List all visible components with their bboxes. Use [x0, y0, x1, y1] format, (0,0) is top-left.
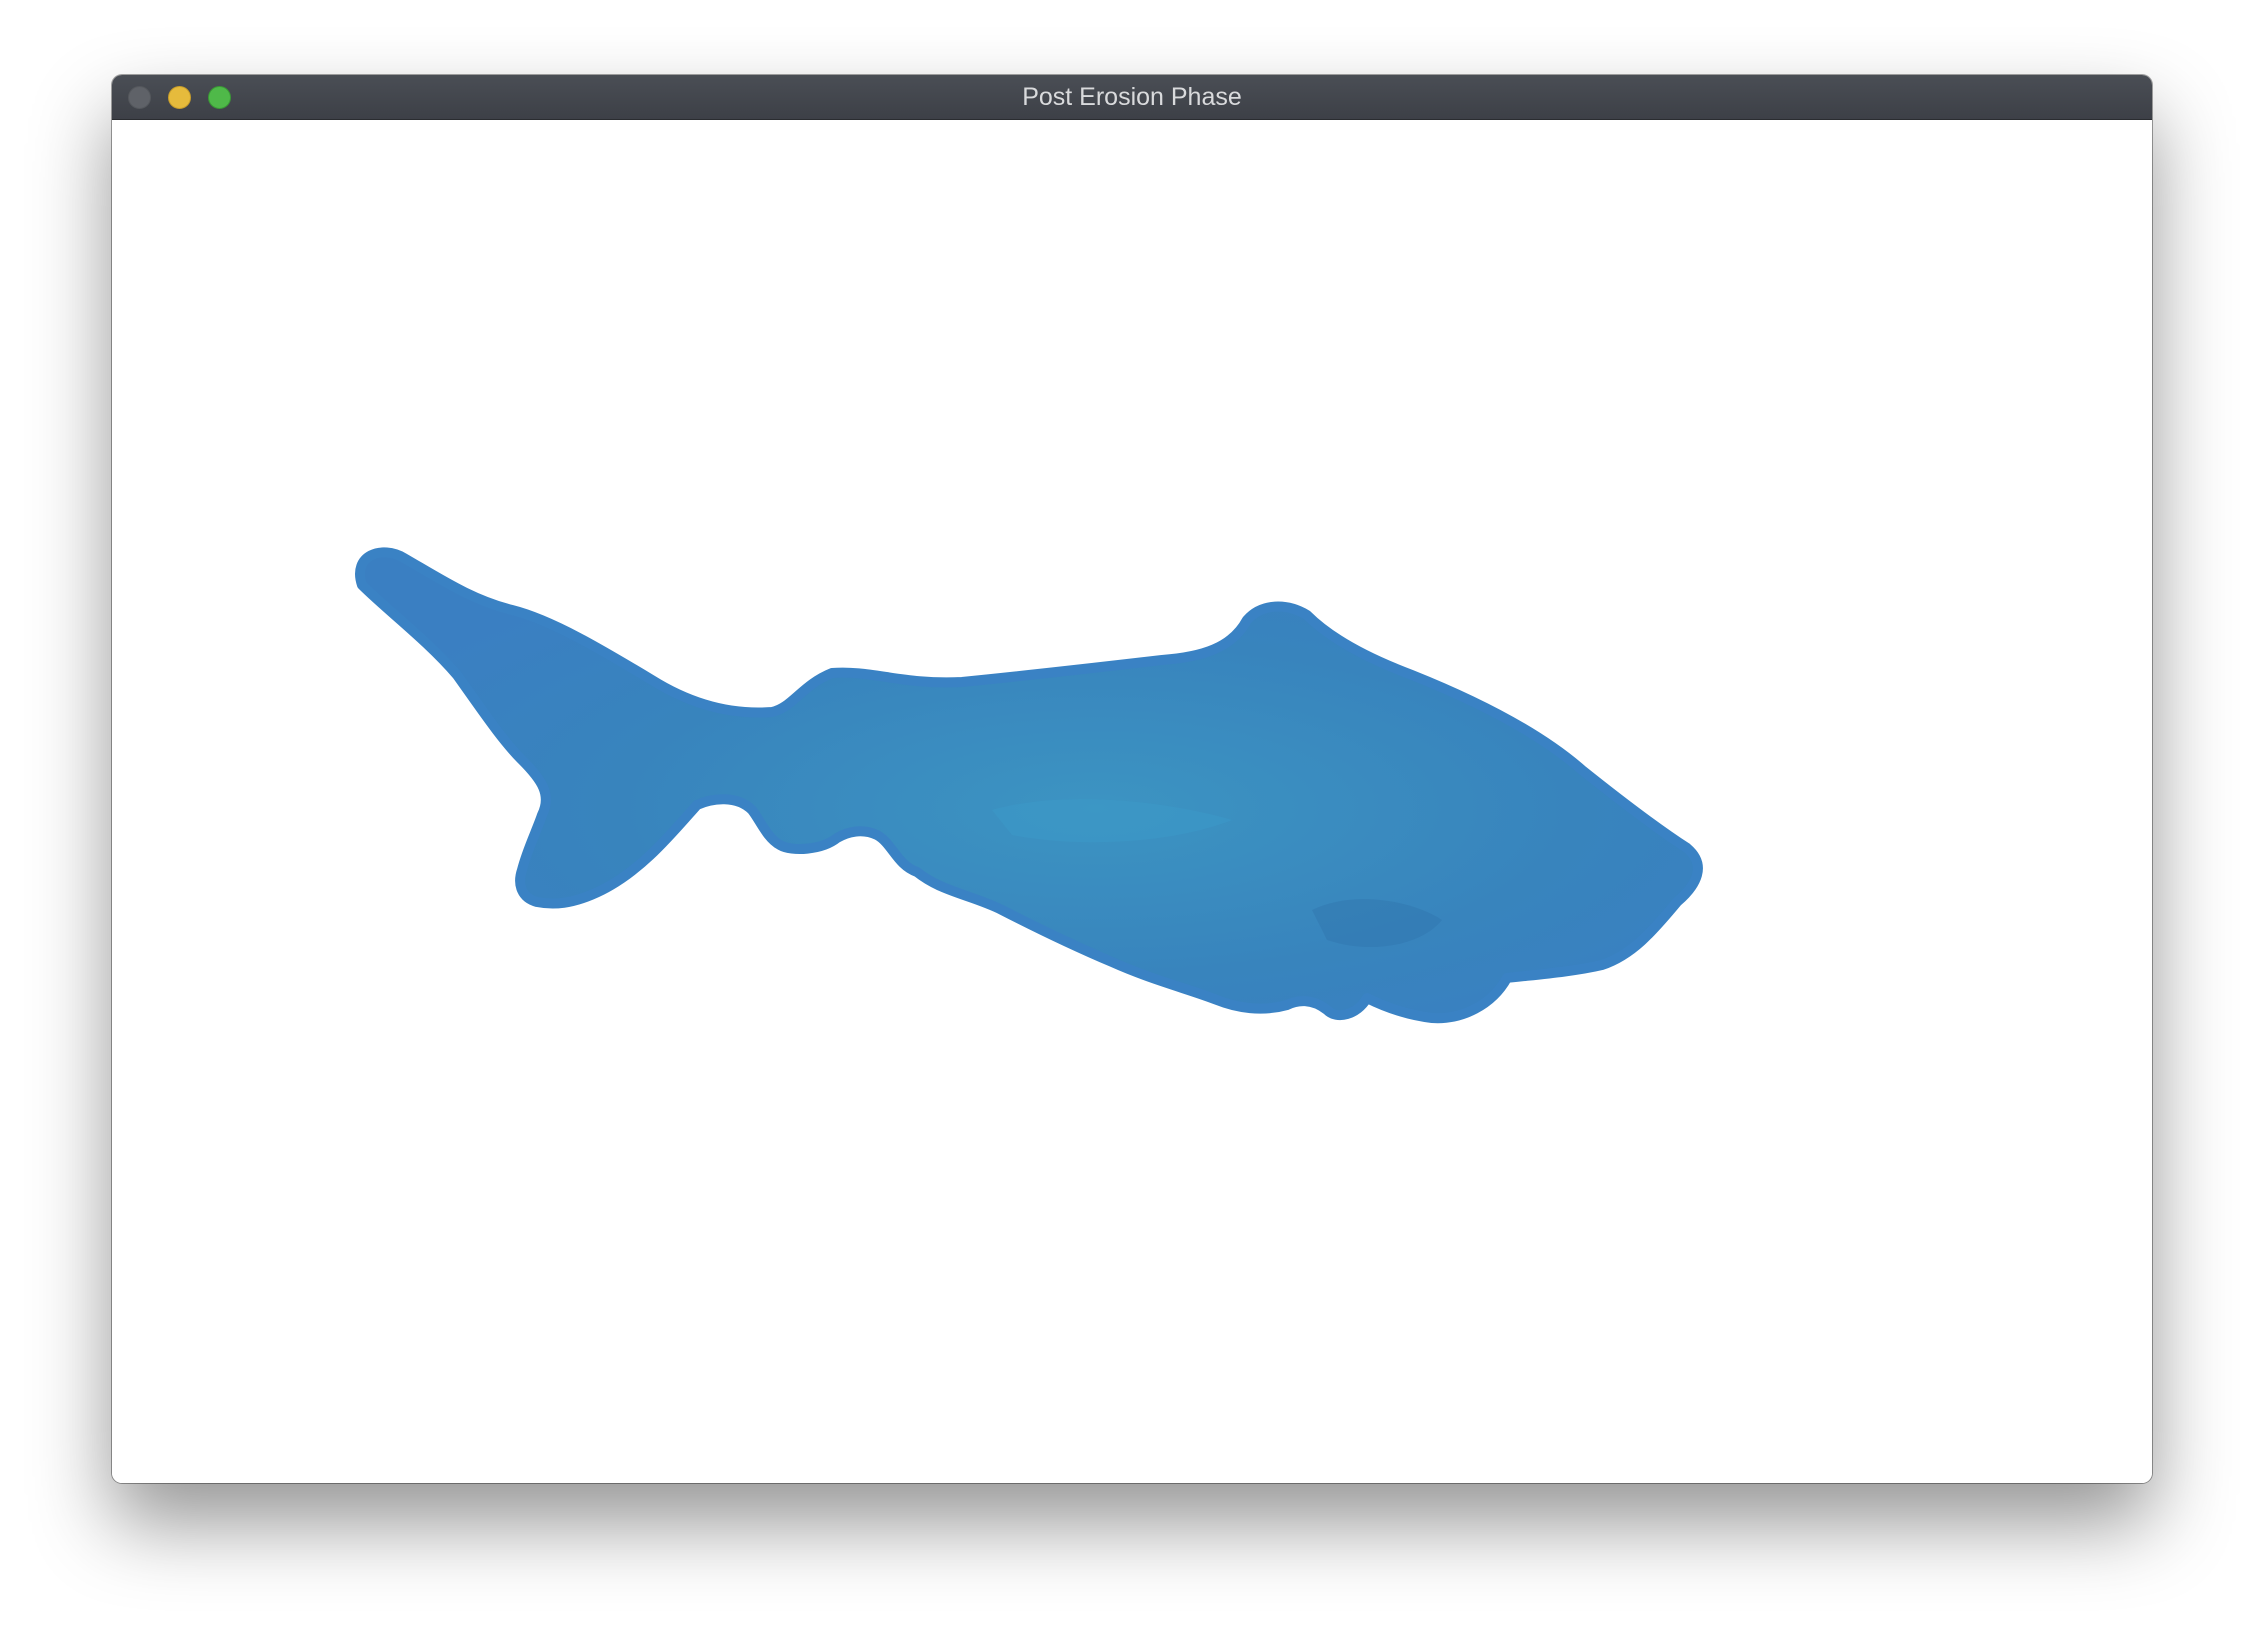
fish-image: [355, 547, 1703, 1024]
image-canvas: [112, 120, 2152, 1483]
image-window: Post Erosion Phase: [112, 75, 2152, 1483]
fish-silhouette: [355, 547, 1703, 1024]
title-bar[interactable]: Post Erosion Phase: [112, 75, 2152, 120]
desktop: Post Erosion Phase: [0, 0, 2264, 1632]
window-title: Post Erosion Phase: [1022, 83, 1242, 111]
